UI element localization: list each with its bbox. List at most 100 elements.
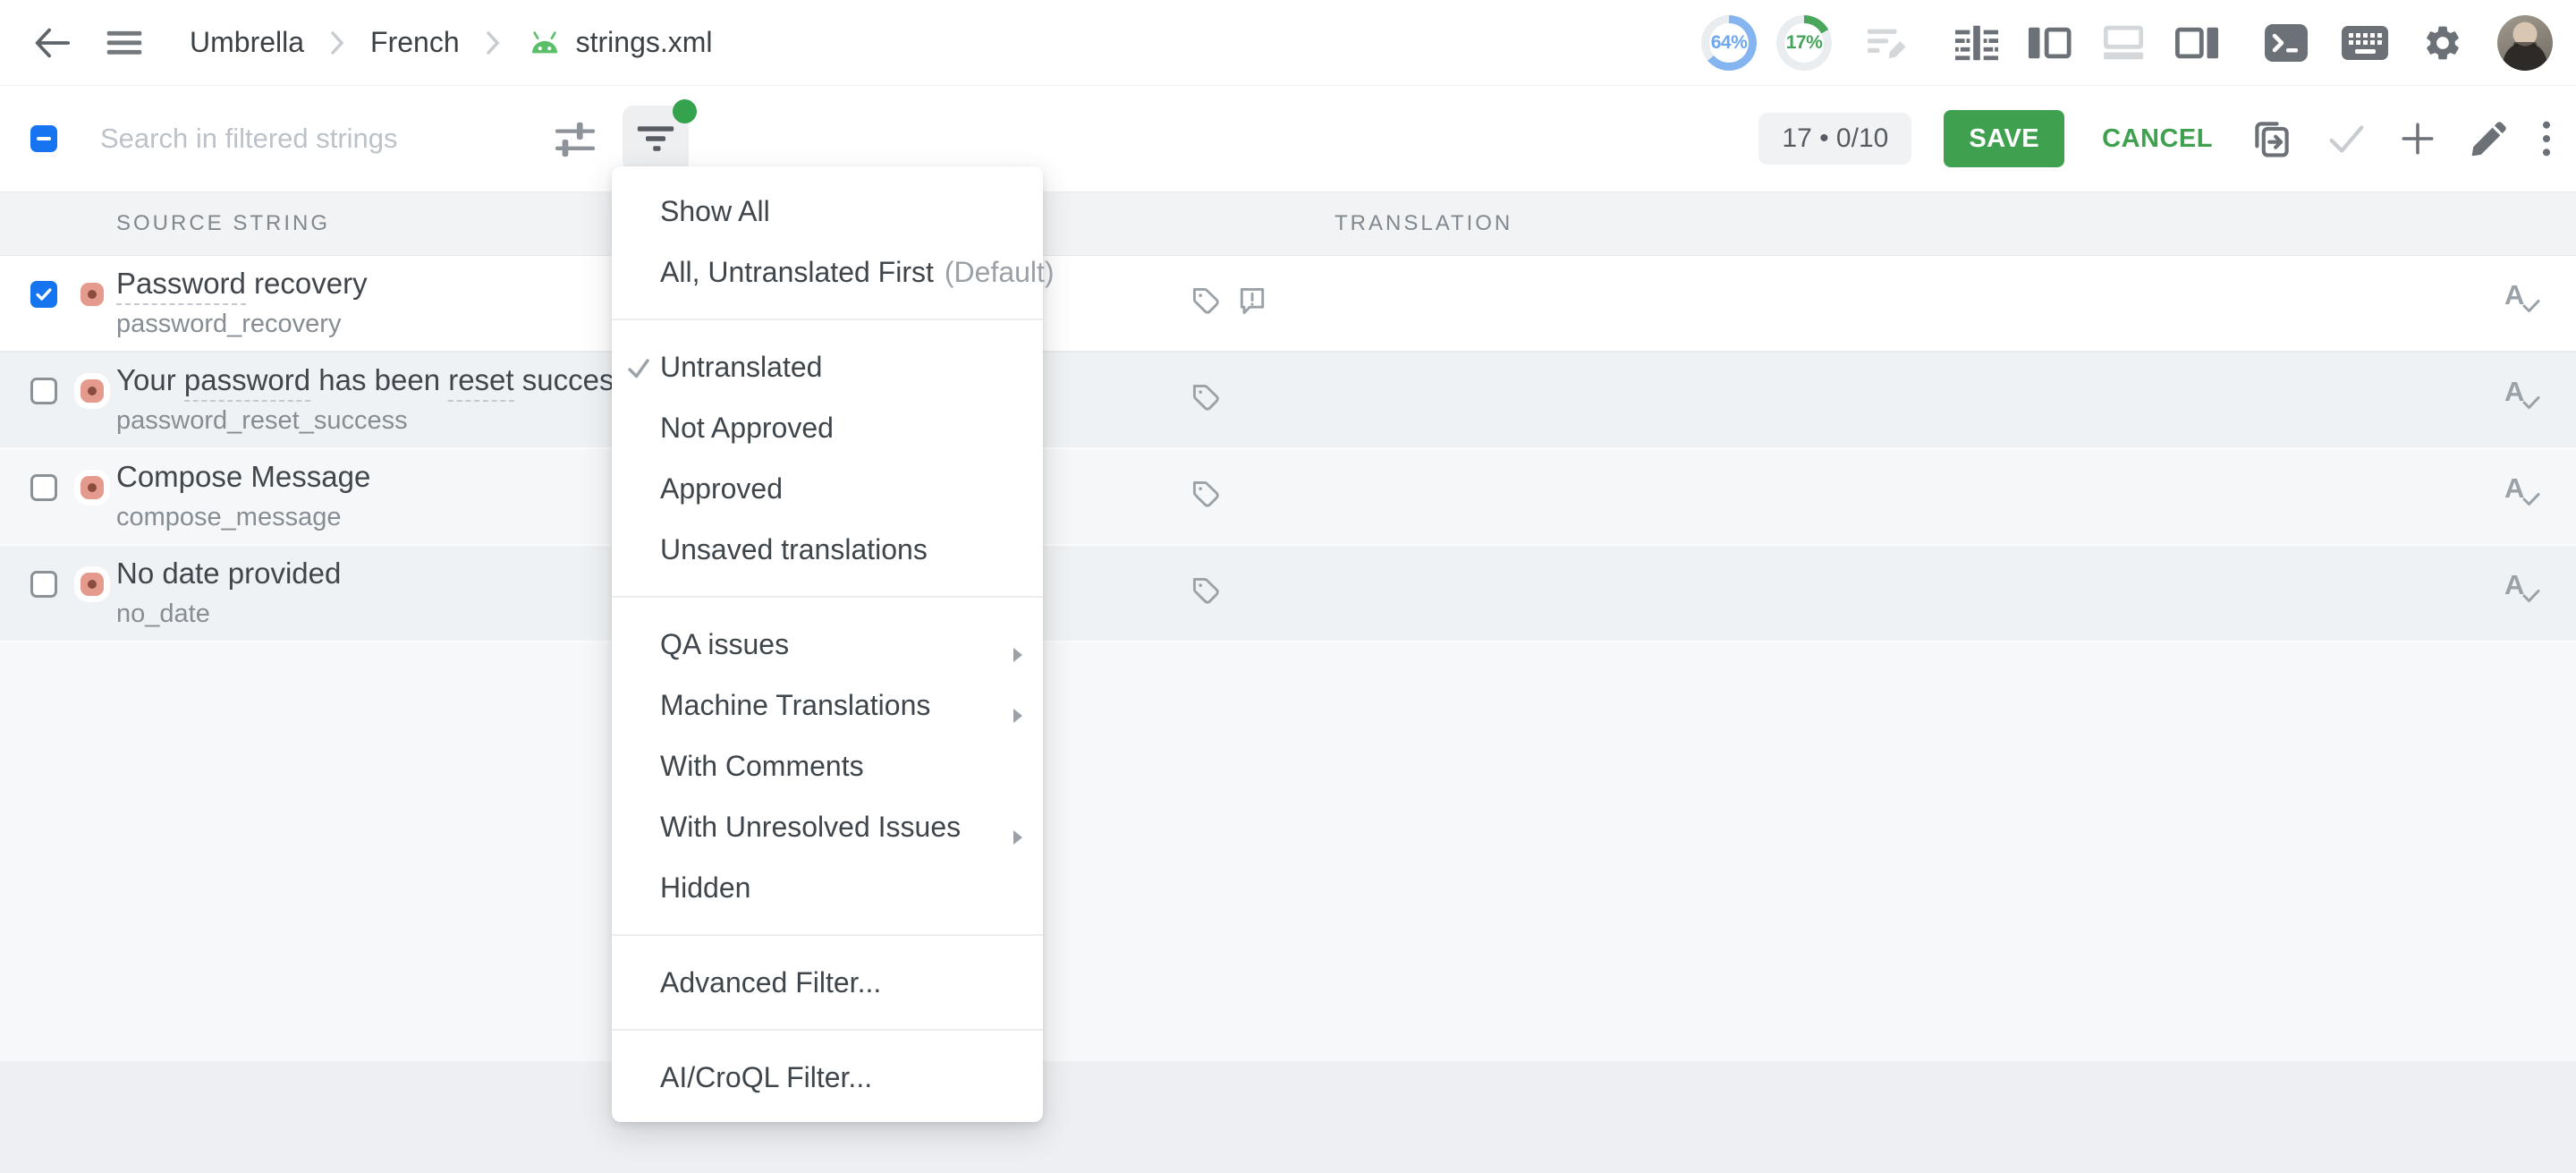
table-header: SOURCE STRING TRANSLATION bbox=[0, 191, 2576, 256]
suggestions-edit-button[interactable] bbox=[1866, 21, 1909, 64]
source-text: Compose Message bbox=[116, 460, 370, 494]
menu-item-label: Untranslated bbox=[660, 351, 822, 384]
tag-icon[interactable] bbox=[1190, 381, 1222, 413]
spellcheck-icon[interactable]: A bbox=[2504, 376, 2544, 415]
bottom-panel-icon bbox=[2102, 23, 2145, 63]
breadcrumb-file[interactable]: strings.xml bbox=[526, 26, 713, 59]
row-context-icons bbox=[1190, 285, 1268, 317]
edit-string-button[interactable] bbox=[2469, 118, 2508, 159]
shortcuts-button[interactable] bbox=[2342, 26, 2388, 60]
menu-item-label: Advanced Filter... bbox=[660, 966, 881, 999]
translated-progress-value: 64% bbox=[1711, 32, 1748, 54]
table-row[interactable]: Compose Message compose_message A bbox=[0, 449, 2576, 546]
back-button[interactable] bbox=[30, 22, 72, 64]
issue-comment-icon[interactable] bbox=[1236, 285, 1268, 317]
spellcheck-icon[interactable]: A bbox=[2504, 569, 2544, 608]
filter-menu-item[interactable]: Hidden bbox=[612, 857, 1043, 918]
main-menu-button[interactable] bbox=[106, 24, 143, 62]
right-panel-view-button[interactable] bbox=[2175, 23, 2218, 63]
filter-menu-item[interactable]: AI/CroQL Filter... bbox=[612, 1047, 1043, 1108]
tag-icon[interactable] bbox=[1190, 574, 1222, 607]
settings-button[interactable] bbox=[2422, 22, 2463, 64]
row-context-icons bbox=[1190, 478, 1222, 510]
approved-progress-ring[interactable]: 17% bbox=[1776, 15, 1832, 71]
app-header: Umbrella French strings.xml 64% 17% bbox=[0, 0, 2576, 86]
hamburger-icon bbox=[106, 24, 143, 62]
source-text: Your password has been reset successfull… bbox=[116, 363, 687, 397]
cancel-button[interactable]: CANCEL bbox=[2097, 124, 2218, 154]
filter-menu-item[interactable]: Untranslated bbox=[612, 336, 1043, 397]
filter-menu-item[interactable]: All, Untranslated First (Default) bbox=[612, 242, 1043, 302]
side-by-side-view-button[interactable] bbox=[2029, 23, 2072, 63]
menu-item-label: Hidden bbox=[660, 871, 750, 905]
menu-item-label: Show All bbox=[660, 195, 770, 228]
filter-button[interactable] bbox=[623, 106, 689, 172]
source-text: No date provided bbox=[116, 557, 341, 591]
menu-divider bbox=[612, 934, 1043, 936]
column-header-translation: TRANSLATION bbox=[1335, 192, 1513, 255]
progress-indicators: 64% 17% bbox=[1701, 15, 1832, 71]
filter-dropdown-menu: Show All All, Untranslated First (Defaul… bbox=[612, 166, 1043, 1122]
more-actions-button[interactable] bbox=[2540, 118, 2553, 159]
breadcrumb-project[interactable]: Umbrella bbox=[190, 26, 304, 59]
select-all-checkbox[interactable] bbox=[30, 125, 57, 152]
editor-toolbar: 17 • 0/10 SAVE CANCEL bbox=[0, 86, 2576, 191]
row-checkbox[interactable] bbox=[30, 571, 57, 598]
left-panel-icon bbox=[2029, 23, 2072, 63]
row-checkbox[interactable] bbox=[30, 474, 57, 501]
check-icon bbox=[626, 354, 651, 387]
filter-menu-item[interactable]: Approved bbox=[612, 458, 1043, 519]
tag-icon[interactable] bbox=[1190, 478, 1222, 510]
filter-menu-item[interactable]: With Unresolved Issues bbox=[612, 796, 1043, 857]
string-key: password_reset_success bbox=[116, 406, 408, 436]
filter-menu-item[interactable]: With Comments bbox=[612, 735, 1043, 796]
tag-icon[interactable] bbox=[1190, 285, 1222, 317]
row-checkbox[interactable] bbox=[30, 378, 57, 404]
right-panel-icon bbox=[2175, 23, 2218, 63]
table-row[interactable]: Password recovery password_recovery A bbox=[0, 256, 2576, 353]
search-settings-button[interactable] bbox=[555, 117, 596, 160]
keyboard-icon bbox=[2342, 26, 2388, 60]
filter-menu-item[interactable]: Unsaved translations bbox=[612, 519, 1043, 580]
breadcrumb-language[interactable]: French bbox=[370, 26, 460, 59]
approved-progress-value: 17% bbox=[1786, 32, 1823, 54]
search-input[interactable] bbox=[100, 123, 521, 155]
untranslated-status-icon bbox=[80, 573, 104, 596]
menu-item-label: QA issues bbox=[660, 628, 789, 661]
filter-menu-item[interactable]: Show All bbox=[612, 181, 1043, 242]
save-button[interactable]: SAVE bbox=[1944, 110, 2064, 167]
strings-counter-badge: 17 • 0/10 bbox=[1758, 113, 1911, 165]
add-string-button[interactable] bbox=[2399, 120, 2436, 157]
copy-source-button[interactable] bbox=[2250, 117, 2293, 160]
back-arrow-icon bbox=[30, 22, 72, 64]
edit-list-icon bbox=[1866, 21, 1909, 64]
approve-button[interactable] bbox=[2326, 119, 2367, 158]
terminal-icon bbox=[2265, 24, 2308, 62]
table-row[interactable]: No date provided no_date A bbox=[0, 546, 2576, 642]
menu-item-label: With Unresolved Issues bbox=[660, 811, 961, 844]
spellcheck-icon[interactable]: A bbox=[2504, 279, 2544, 319]
translated-progress-ring[interactable]: 64% bbox=[1701, 15, 1757, 71]
filter-menu-item[interactable]: Advanced Filter... bbox=[612, 952, 1043, 1013]
breadcrumb: Umbrella French strings.xml bbox=[190, 26, 713, 59]
comfortable-view-button[interactable] bbox=[1955, 23, 1998, 63]
filter-menu-item[interactable]: Machine Translations bbox=[612, 675, 1043, 735]
filter-menu-item[interactable]: Not Approved bbox=[612, 397, 1043, 458]
filter-active-indicator bbox=[673, 99, 697, 123]
bottom-panel-view-button[interactable] bbox=[2102, 23, 2145, 63]
string-key: no_date bbox=[116, 599, 210, 629]
untranslated-status-icon bbox=[80, 379, 104, 403]
spellcheck-icon[interactable]: A bbox=[2504, 472, 2544, 512]
comfortable-view-icon bbox=[1955, 23, 1998, 63]
user-avatar[interactable] bbox=[2497, 15, 2553, 71]
menu-item-label: With Comments bbox=[660, 750, 864, 783]
menu-item-label: Approved bbox=[660, 472, 783, 506]
menu-divider bbox=[612, 596, 1043, 598]
row-context-icons bbox=[1190, 381, 1222, 413]
row-checkbox[interactable] bbox=[30, 281, 57, 308]
filter-funnel-icon bbox=[636, 120, 675, 157]
table-row[interactable]: Your password has been reset successfull… bbox=[0, 353, 2576, 449]
filter-menu-item[interactable]: QA issues bbox=[612, 614, 1043, 675]
console-button[interactable] bbox=[2265, 24, 2308, 62]
untranslated-status-icon bbox=[80, 283, 104, 306]
